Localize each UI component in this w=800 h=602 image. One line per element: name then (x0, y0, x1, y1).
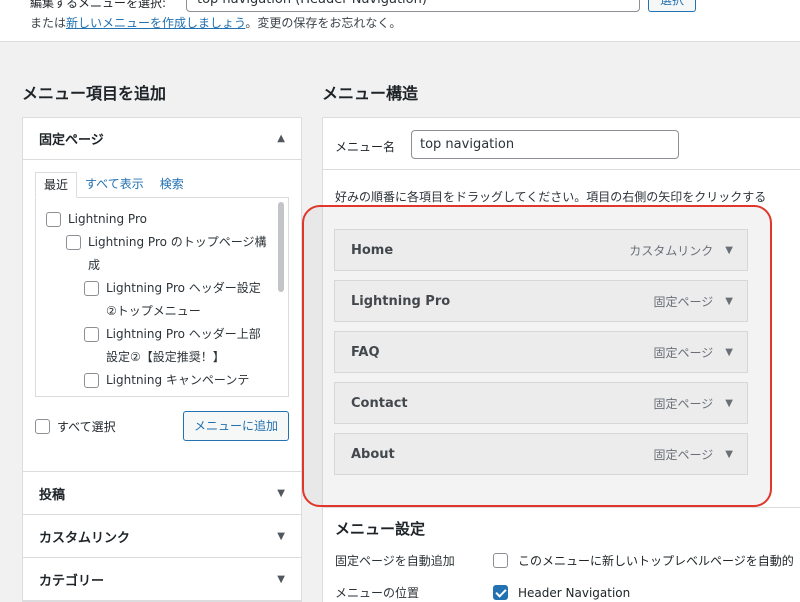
select-all-checkbox[interactable] (35, 418, 50, 434)
auto-add-row: 固定ページを自動追加 このメニューに新しいトップレベルページを自動的 (335, 553, 794, 568)
pages-footer: すべて選択 メニューに追加 (35, 411, 289, 441)
list-item: Lightning Pro のトップページ構成 (46, 231, 288, 277)
menu-settings: メニュー設定 固定ページを自動追加 このメニューに新しいトップレベルページを自動… (322, 508, 800, 602)
accordion-pages-header[interactable]: 固定ページ ▲ (23, 118, 301, 160)
add-items-accordion: 固定ページ ▲ 最近 すべて表示 検索 Lightning Pro Lightn… (22, 117, 302, 602)
list-item: Lightning Pro ヘッダー上部設定②【設定推奨！】 (46, 323, 288, 369)
arrow-up-icon: ▲ (277, 133, 285, 144)
list-item: Lightning キャンペーンテ (46, 369, 288, 392)
accordion-custom-links-header[interactable]: カスタムリンク ▼ (23, 515, 301, 558)
header-navigation-checkbox[interactable] (493, 585, 508, 600)
tab-recent[interactable]: 最近 (35, 172, 78, 198)
pages-tabs: 最近 すべて表示 検索 (35, 172, 289, 198)
menu-select-label: 編集するメニューを選択: (30, 0, 167, 10)
create-menu-link[interactable]: 新しいメニューを作成しましょう (66, 16, 245, 30)
pages-list-scrollbar[interactable] (278, 202, 284, 292)
page-checkbox[interactable] (46, 212, 61, 227)
create-menu-note: または新しいメニューを作成しましょう。変更の保存をお忘れなく。 (30, 16, 402, 30)
accordion-pages-body: 最近 すべて表示 検索 Lightning Pro Lightning Pro … (23, 160, 301, 472)
tab-view-all[interactable]: すべて表示 (77, 172, 152, 198)
menu-location-row: メニューの位置 Header Navigation (335, 585, 631, 600)
auto-add-checkbox[interactable] (493, 553, 508, 568)
menu-name-label: メニュー名 (335, 140, 396, 154)
list-item: Lightning Pro (46, 208, 288, 231)
menu-items-highlight (302, 205, 772, 507)
menu-select-button[interactable]: 選択 (648, 0, 696, 12)
chevron-down-icon: ▼ (277, 487, 285, 499)
menu-settings-heading: メニュー設定 (335, 520, 426, 538)
page-checkbox[interactable] (84, 327, 99, 342)
page-checkbox[interactable] (84, 373, 99, 388)
menu-select-bar: 編集するメニューを選択: top navigation (Header Navi… (0, 0, 800, 42)
add-to-menu-button[interactable]: メニューに追加 (182, 411, 289, 441)
drag-hint: 好みの順番に各項目をドラッグしてください。項目の右側の矢印をクリックする (335, 190, 767, 204)
menu-select-dropdown[interactable]: top navigation (Header Navigation) (186, 0, 640, 12)
menu-name-input[interactable]: top navigation (411, 130, 679, 159)
tab-search[interactable]: 検索 (152, 172, 192, 198)
accordion-posts-header[interactable]: 投稿 ▼ (23, 472, 301, 515)
menu-structure-heading: メニュー構造 (322, 84, 419, 103)
chevron-down-icon: ▼ (277, 530, 285, 542)
page-checkbox[interactable] (66, 235, 81, 250)
accordion-categories-header[interactable]: カテゴリー ▼ (23, 558, 301, 601)
add-menu-items-heading: メニュー項目を追加 (22, 84, 167, 103)
pages-list: Lightning Pro Lightning Pro のトップページ構成 Li… (35, 197, 289, 397)
chevron-down-icon: ▼ (277, 573, 285, 585)
page-checkbox[interactable] (84, 281, 99, 296)
select-all[interactable]: すべて選択 (35, 418, 116, 435)
menu-name-row: メニュー名 top navigation (323, 118, 800, 170)
list-item: Lightning Pro ヘッダー設定②トップメニュー (46, 277, 288, 323)
